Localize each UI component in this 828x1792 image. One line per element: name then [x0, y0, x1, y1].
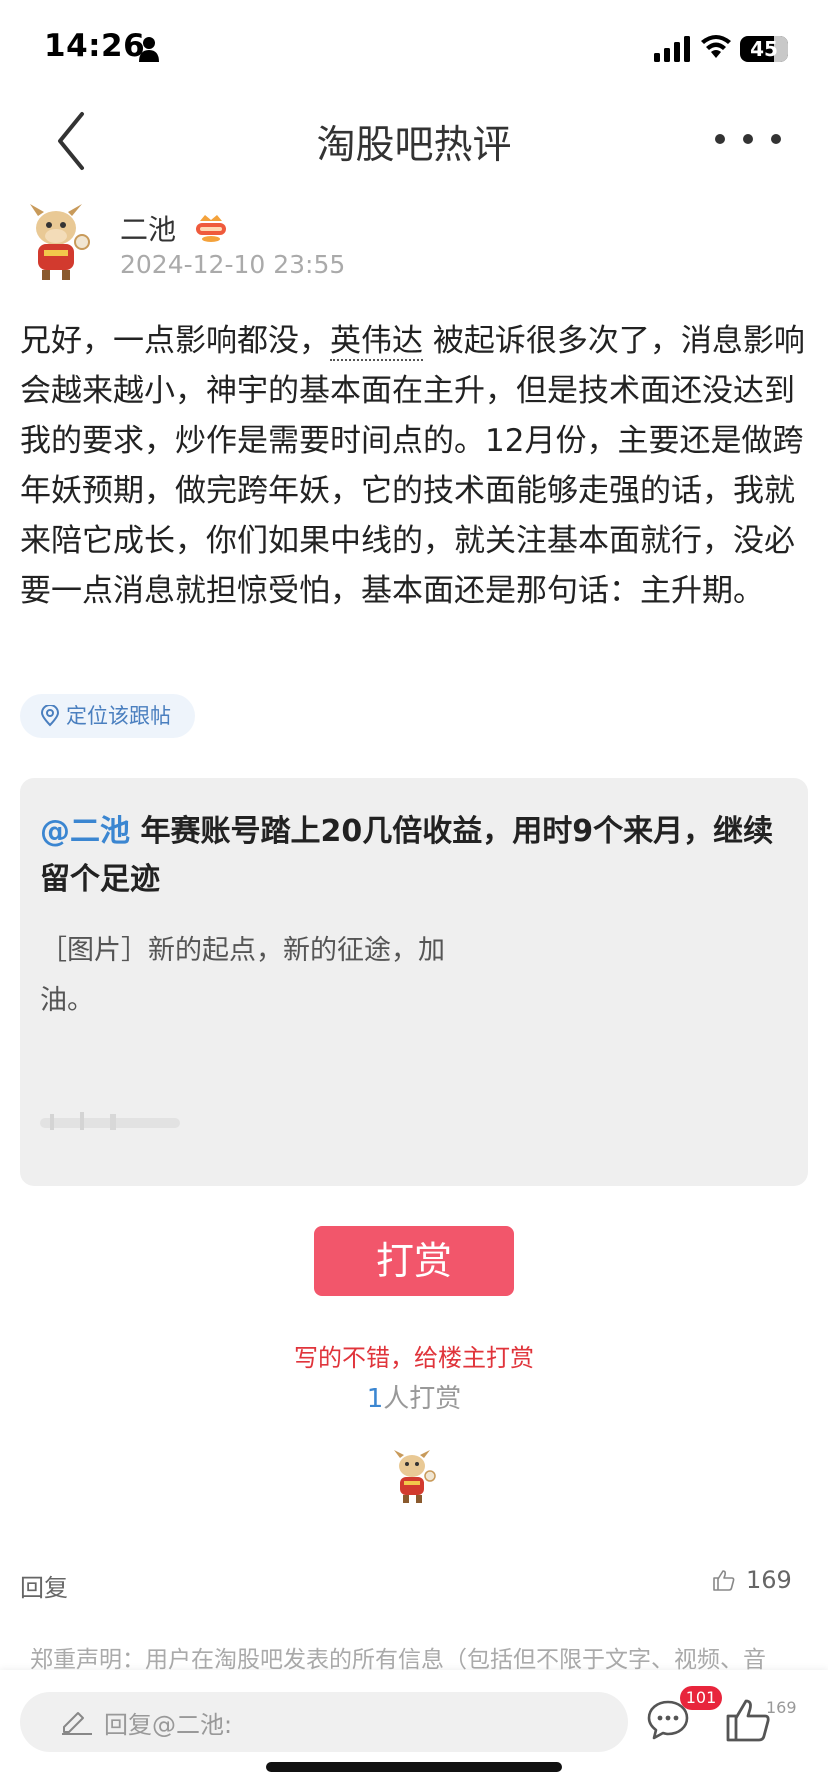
like-count: 169 — [746, 1566, 792, 1594]
thumbs-up-icon[interactable] — [724, 1696, 772, 1744]
tip-count-suffix: 人打赏 — [383, 1384, 462, 1414]
signal-icon — [654, 36, 690, 62]
thumbs-up-icon — [713, 1570, 735, 1591]
post-body-text-rest: 被起诉很多次了，消息影响会越来越小，神宇的基本面在主升，但是技术面还没达到我的要… — [20, 323, 805, 609]
reply-input-placeholder: 回复@二池: — [104, 1710, 233, 1739]
more-icon — [715, 134, 781, 144]
bottom-bar: 回复@二池: 101 169 — [0, 1670, 828, 1792]
comment-count-badge: 101 — [680, 1686, 722, 1710]
page-title: 淘股吧热评 — [316, 123, 512, 168]
tip-slogan: 写的不错，给楼主打赏 — [294, 1344, 534, 1372]
post-time: 2024-12-10 23:55 — [120, 250, 346, 279]
battery-level: 45 — [750, 37, 778, 61]
avatar[interactable] — [24, 202, 96, 282]
reply-button[interactable]: 回复 — [20, 1568, 68, 1603]
post-body-text: 兄好，一点影响都没， — [20, 323, 330, 359]
tip-count: 1 — [366, 1384, 384, 1414]
reply-input[interactable]: 回复@二池: — [20, 1692, 628, 1752]
tip-button[interactable]: 打赏 — [314, 1226, 514, 1296]
quoted-post-headline: @二池 年赛账号踏上20几倍收益，用时9个来月，继续留个足迹 — [40, 808, 790, 904]
post-body: 兄好，一点影响都没，英伟达 被起诉很多次了，消息影响会越来越小，神宇的基本面在主… — [20, 316, 810, 616]
quoted-post-title: 年赛账号踏上20几倍收益，用时9个来月，继续留个足迹 — [40, 814, 774, 897]
quoted-post-card[interactable]: @二池 年赛账号踏上20几倍收益，用时9个来月，继续留个足迹 ［图片］新的起点，… — [20, 778, 808, 1186]
person-icon — [139, 37, 159, 62]
home-indicator — [266, 1762, 562, 1772]
author-name[interactable]: 二池 — [120, 208, 176, 248]
quoted-post-mention[interactable]: @二池 — [40, 814, 130, 849]
like-button[interactable]: 169 — [712, 1566, 792, 1594]
wifi-icon — [701, 35, 731, 58]
locate-post-label: 定位该跟帖 — [66, 704, 171, 728]
location-pin-icon — [40, 705, 60, 727]
tipper-avatar[interactable] — [390, 1448, 438, 1504]
more-button[interactable] — [708, 124, 788, 154]
bottom-like-count: 169 — [766, 1698, 797, 1717]
blurred-image-preview — [40, 1112, 180, 1130]
battery-icon: 45 — [740, 36, 788, 62]
vip-badge-icon — [196, 215, 226, 242]
disclaimer-text: 郑重声明：用户在淘股吧发表的所有信息（包括但不限于文字、视频、音 — [30, 1647, 766, 1673]
locate-post-button[interactable]: 定位该跟帖 — [20, 694, 195, 738]
status-time: 14:26 — [44, 28, 146, 64]
tip-count-line[interactable]: 1人打赏 — [0, 1378, 828, 1415]
stock-link[interactable]: 英伟达 — [330, 323, 423, 361]
pen-icon — [62, 1712, 92, 1735]
quoted-post-text: ［图片］新的起点，新的征途，加油。 — [40, 935, 445, 1016]
